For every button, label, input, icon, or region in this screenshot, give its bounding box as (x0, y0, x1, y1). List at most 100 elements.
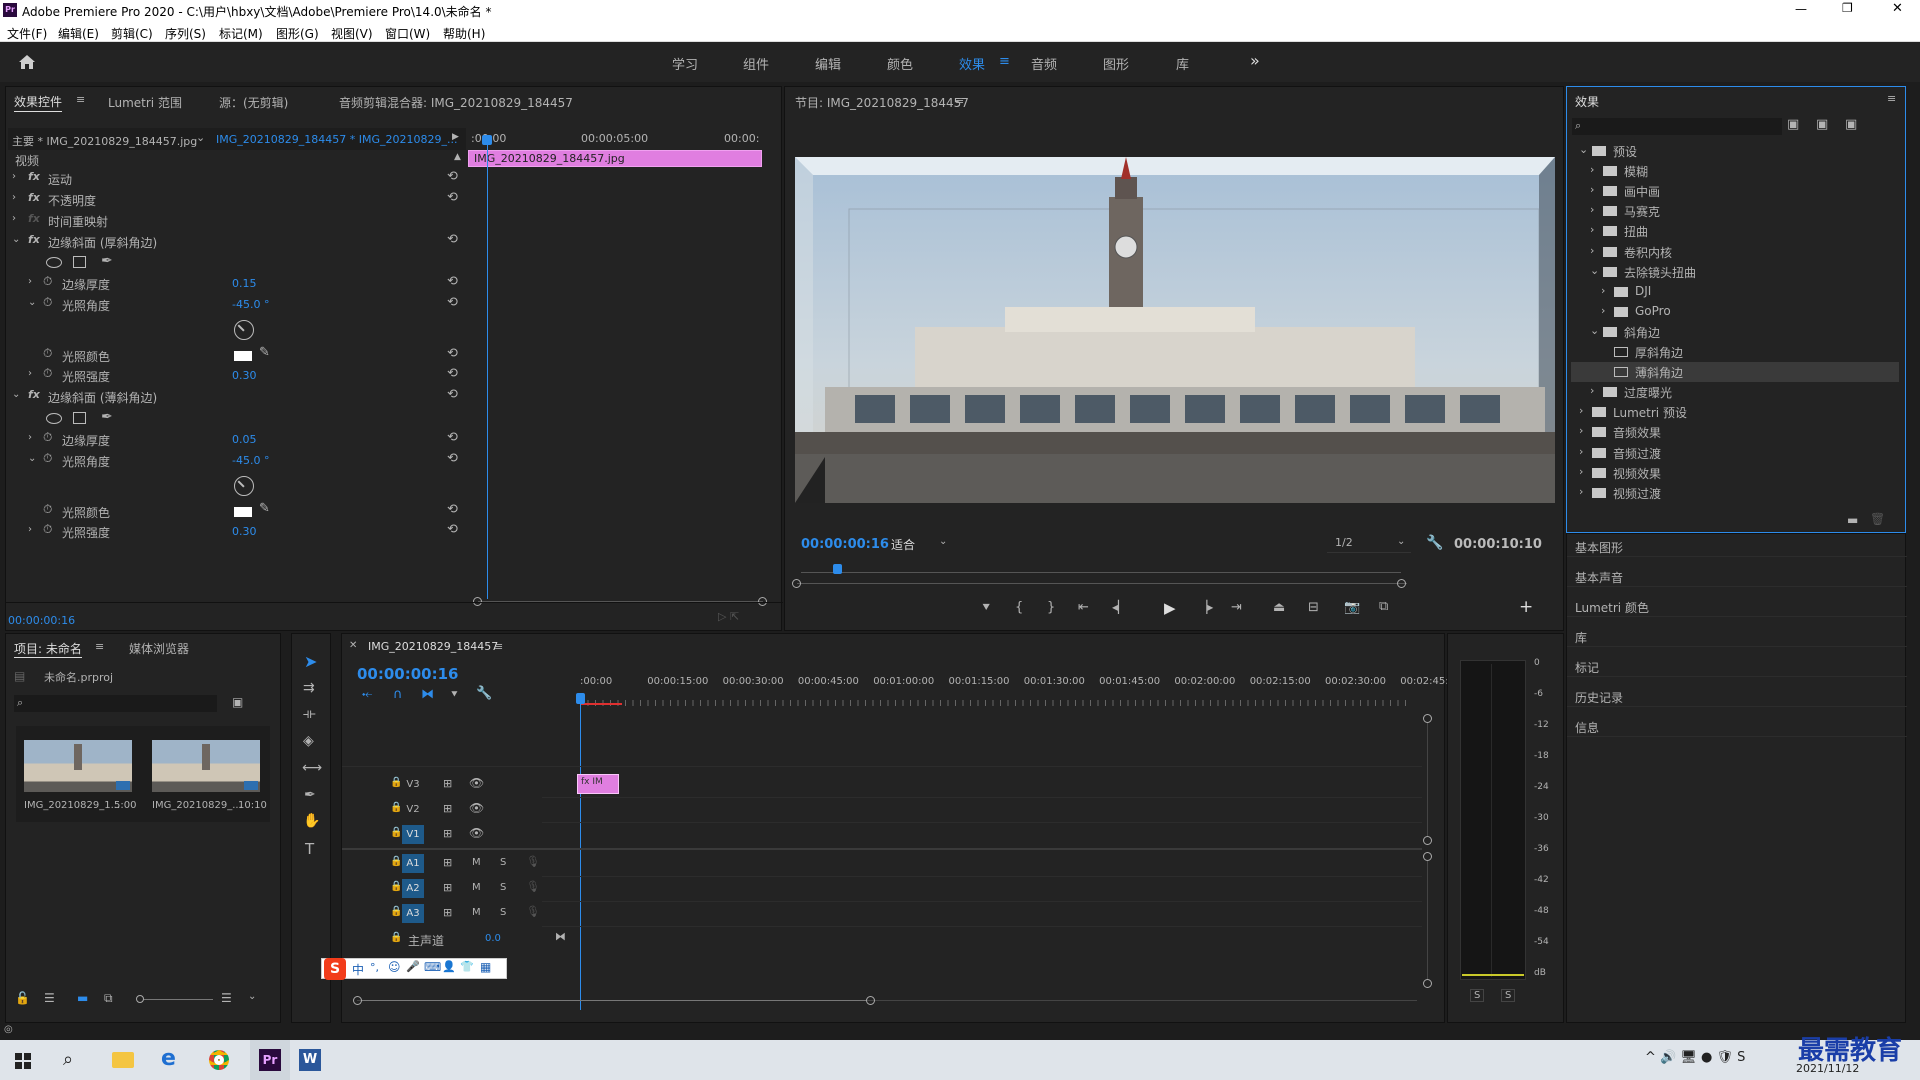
close-icon[interactable]: ✕ (349, 640, 357, 651)
track-v3-label[interactable]: V3 (402, 779, 424, 790)
ime-voice-icon[interactable]: 🎤 (406, 960, 420, 973)
freeform-view-icon[interactable]: ⧉ (104, 991, 113, 1006)
expand-icon[interactable]: › (28, 432, 32, 443)
sync-lock-icon[interactable]: ⊞ (443, 802, 452, 815)
eye-icon[interactable]: 👁 (469, 776, 484, 790)
go-to-in-icon[interactable]: ⇤ (1078, 600, 1089, 615)
track-v1-label[interactable]: V1 (402, 825, 424, 844)
collapse-up-icon[interactable]: ▲ (454, 152, 461, 162)
mark-out-icon[interactable]: } (1047, 600, 1055, 615)
ime-chinese-mode[interactable]: 中 (352, 961, 364, 978)
effects-tree-item[interactable]: › 过度曝光 (1571, 382, 1899, 402)
effects-tree-item[interactable]: › 视频过渡 (1571, 483, 1899, 503)
ime-keyboard-icon[interactable]: ⌨ (424, 960, 441, 974)
reset-icon[interactable]: ⟲ (447, 346, 458, 361)
project-item-thumbnail[interactable] (152, 740, 260, 792)
new-bin-folder-icon[interactable]: ▣ (232, 695, 243, 709)
chevron-down-icon[interactable]: ⌄ (1590, 264, 1599, 277)
export-frame-camera-icon[interactable]: 📷 (1344, 600, 1360, 615)
track-a3-label[interactable]: A3 (402, 904, 424, 923)
compare-view-icon[interactable]: ⧉ (1379, 599, 1388, 614)
button-editor-plus-icon[interactable]: + (1519, 597, 1533, 617)
program-timecode[interactable]: 00:00:00:16 (801, 537, 889, 552)
stopwatch-icon[interactable]: ⏱ (43, 274, 52, 289)
sync-lock-icon[interactable]: ⊞ (443, 856, 452, 869)
expand-icon[interactable]: › (28, 368, 32, 379)
thin-angle-value[interactable]: -45.0 ° (232, 454, 269, 467)
effects-tree-item[interactable]: › 模糊 (1571, 161, 1899, 181)
chrome-icon[interactable] (209, 1050, 229, 1070)
expand-motion-icon[interactable]: › (12, 171, 16, 182)
tab-project[interactable]: 项目: 未命名 (14, 640, 82, 658)
premiere-taskbar-icon[interactable]: Pr (250, 1040, 290, 1080)
workspace-tab-editing[interactable]: 编辑 (815, 54, 841, 73)
lock-icon[interactable]: 🔓 (15, 991, 30, 1005)
lift-icon[interactable]: ⏏ (1273, 600, 1285, 615)
ime-toolbar[interactable]: S 中 °, ☺ 🎤 ⌨ 👤 👕 ▦ (321, 958, 507, 980)
chevron-right-icon[interactable]: › (1579, 485, 1583, 498)
stopwatch-icon[interactable]: ⏱ (43, 366, 52, 381)
ellipse-mask-icon[interactable] (46, 413, 62, 424)
program-playhead[interactable] (833, 564, 842, 574)
thick-angle-value[interactable]: -45.0 ° (232, 298, 269, 311)
thick-thickness-value[interactable]: 0.15 (232, 277, 257, 290)
microphone-icon[interactable]: 🎙 (526, 905, 540, 918)
stopwatch-icon[interactable]: ⏱ (43, 502, 52, 517)
accelerated-effects-icon[interactable]: ▣ (1787, 117, 1799, 132)
menu-sequence[interactable]: 序列(S) (165, 25, 206, 42)
panel-menu-icon[interactable]: ≡ (1887, 92, 1896, 105)
reset-icon[interactable]: ⟲ (447, 274, 458, 289)
timeline-settings-wrench-icon[interactable]: 🔧 (476, 686, 492, 701)
reset-icon[interactable]: ⟲ (447, 169, 458, 184)
tab-effect-controls[interactable]: 效果控件 (14, 93, 63, 112)
track-scroll-handle[interactable] (1423, 836, 1432, 845)
timeline-clip[interactable]: fx IM (577, 774, 619, 794)
panel-menu-icon[interactable]: ≡ (95, 640, 104, 653)
fx-badge-icon[interactable]: fx (28, 170, 40, 183)
export-frame-icon[interactable]: ▷ ⇱ (718, 610, 739, 623)
chevron-right-icon[interactable]: › (1590, 163, 1594, 176)
chevron-right-icon[interactable]: › (1590, 203, 1594, 216)
lock-icon[interactable]: 🔒 (390, 881, 402, 892)
yuv-effects-icon[interactable]: ▣ (1845, 117, 1857, 132)
workspace-tab-color[interactable]: 颜色 (887, 54, 913, 73)
menu-graphics[interactable]: 图形(G) (276, 25, 319, 42)
minimize-button[interactable]: — (1795, 2, 1807, 16)
effects-tree-item[interactable]: › 马赛克 (1571, 201, 1899, 221)
resolution-dropdown[interactable]: 1/2 ⌄ (1327, 535, 1411, 553)
solo-button[interactable]: S (500, 907, 506, 918)
reset-icon[interactable]: ⟲ (447, 451, 458, 466)
effects-tree-item[interactable]: › 音频过渡 (1571, 443, 1899, 463)
side-panel-history[interactable]: 历史记录 (1575, 689, 1623, 706)
pen-mask-icon[interactable]: ✒ (101, 253, 113, 269)
chevron-right-icon[interactable]: › (1601, 284, 1605, 297)
effects-tree-item[interactable]: › DJI (1571, 282, 1899, 302)
reset-icon[interactable]: ⟲ (447, 190, 458, 205)
chevron-right-icon[interactable]: › (1579, 424, 1583, 437)
sync-lock-icon[interactable]: ⊞ (443, 881, 452, 894)
maximize-button[interactable]: ❐ (1842, 1, 1853, 15)
angle-dial[interactable] (234, 320, 254, 340)
icon-view-icon[interactable]: ▬ (77, 991, 88, 1005)
stopwatch-icon[interactable]: ⏱ (43, 295, 52, 310)
track-scroll-handle[interactable] (1423, 714, 1432, 723)
panel-menu-icon[interactable]: ≡ (76, 93, 85, 106)
chevron-down-icon[interactable]: ⌄ (196, 131, 205, 144)
ripple-edit-tool-icon[interactable]: ⟛ (303, 706, 316, 722)
mute-button[interactable]: M (472, 882, 481, 893)
menu-help[interactable]: 帮助(H) (443, 25, 485, 42)
timeline-zoom-start-handle[interactable] (353, 996, 362, 1005)
timeline-zoom-end-handle[interactable] (866, 996, 875, 1005)
eye-icon[interactable]: 👁 (469, 801, 484, 815)
ime-toolbox-icon[interactable]: ▦ (480, 960, 491, 974)
chevron-right-icon[interactable]: › (1579, 445, 1583, 458)
reset-icon[interactable]: ⟲ (447, 232, 458, 247)
expand-icon[interactable]: ⌄ (28, 297, 36, 308)
delete-icon[interactable]: 🗑 (1870, 512, 1885, 526)
tab-media-browser[interactable]: 媒体浏览器 (129, 640, 189, 657)
effects-tree-item[interactable]: › 视频效果 (1571, 463, 1899, 483)
edge-browser-icon[interactable]: e (161, 1046, 176, 1071)
menu-edit[interactable]: 编辑(E) (58, 25, 99, 42)
workspace-tab-effects[interactable]: 效果 (959, 54, 985, 73)
workspace-tab-graphics[interactable]: 图形 (1103, 54, 1129, 73)
